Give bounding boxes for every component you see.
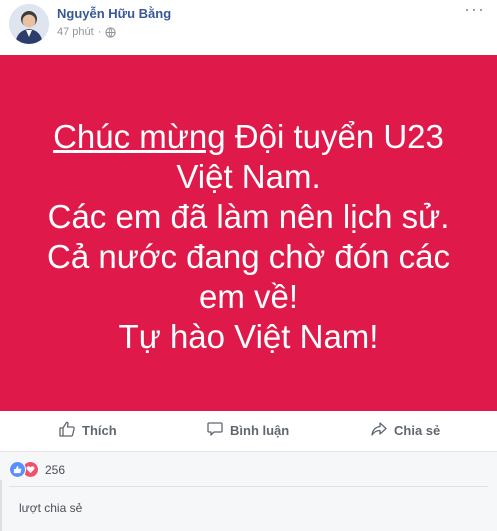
more-dots-icon[interactable]: ··· xyxy=(464,0,485,18)
comment-button[interactable]: Bình luận xyxy=(206,420,289,441)
facebook-post: Nguyễn Hữu Bằng 47 phút · ··· Chúc mừng … xyxy=(0,0,497,531)
like-reaction-icon xyxy=(9,461,26,478)
post-header: Nguyễn Hữu Bằng 47 phút · ··· xyxy=(0,0,497,52)
banner-text: Chúc mừng Đội tuyển U23 Việt Nam. Các em… xyxy=(29,117,469,357)
like-label: Thích xyxy=(82,423,117,438)
like-button[interactable]: Thích xyxy=(58,420,117,441)
avatar[interactable] xyxy=(9,4,49,44)
comment-label: Bình luận xyxy=(230,423,290,438)
share-button[interactable]: Chia sẻ xyxy=(370,420,440,441)
banner-line2: Các em đã làm nên lịch sử. xyxy=(47,198,450,235)
share-icon xyxy=(370,420,388,441)
post-actions: Thích Bình luận Chia sẻ xyxy=(0,411,497,452)
share-label: Chia sẻ xyxy=(394,423,441,438)
divider xyxy=(9,486,488,487)
banner-line3: Cả nước đang chờ đón các em về! xyxy=(47,238,450,315)
banner-underlined: Chúc mừng xyxy=(53,118,226,155)
reaction-summary[interactable]: 256 xyxy=(9,461,65,478)
post-banner: Chúc mừng Đội tuyển U23 Việt Nam. Các em… xyxy=(0,55,497,411)
reactions-panel: 256 lượt chia sẻ xyxy=(0,452,497,531)
post-meta: 47 phút · xyxy=(57,26,117,38)
banner-line4: Tự hào Việt Nam! xyxy=(118,318,379,355)
reaction-count: 256 xyxy=(45,462,66,477)
comment-icon xyxy=(206,420,224,441)
author-name[interactable]: Nguyễn Hữu Bằng xyxy=(57,6,171,21)
globe-icon xyxy=(105,26,117,38)
divider xyxy=(0,480,2,531)
post-time[interactable]: 47 phút xyxy=(57,26,94,38)
share-count[interactable]: lượt chia sẻ xyxy=(19,501,82,515)
thumbs-up-icon xyxy=(58,420,76,441)
